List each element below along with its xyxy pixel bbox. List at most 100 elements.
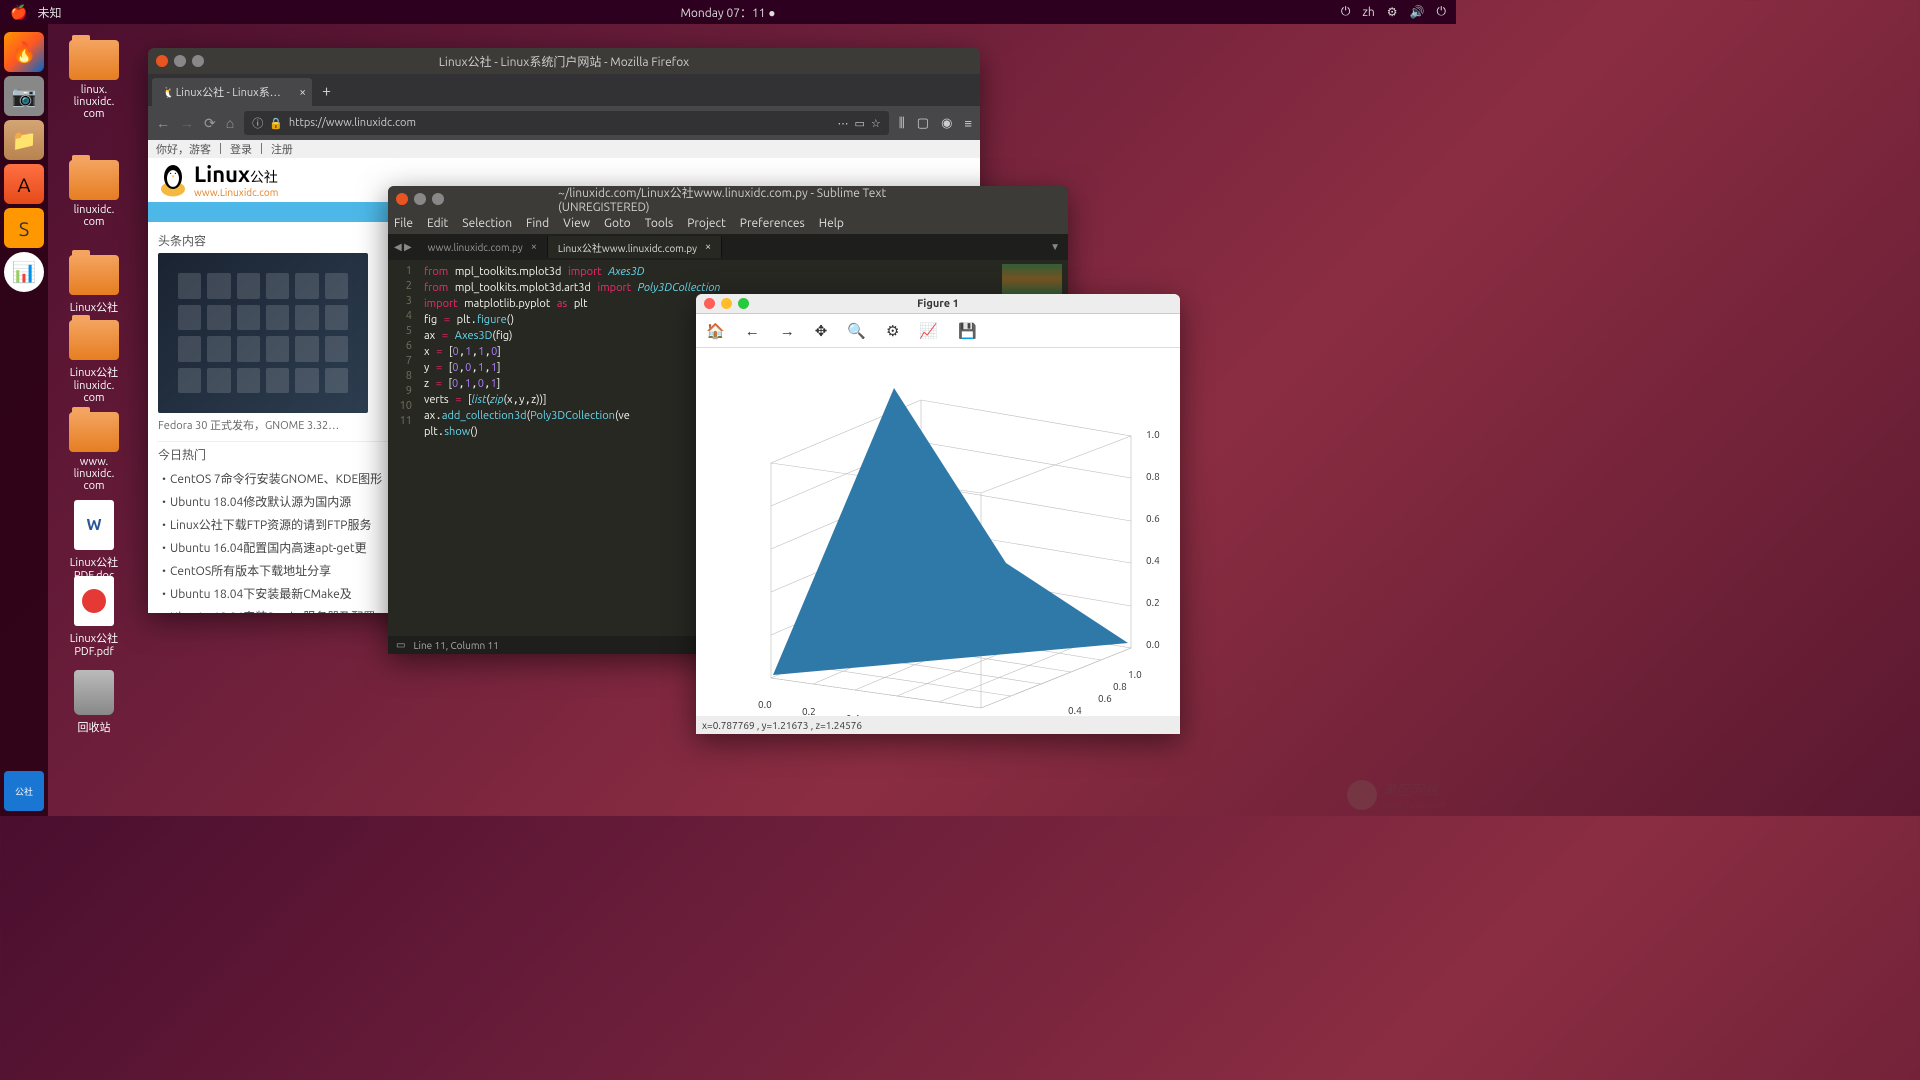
tab-close-icon[interactable]: × (531, 241, 537, 253)
app-name[interactable]: 未知 (37, 4, 61, 21)
editor-tab[interactable]: www.linuxidc.com.py× (418, 236, 548, 258)
home-icon[interactable]: 🏠 (706, 322, 725, 340)
tab-title: Linux公社 - Linux系统门… (176, 84, 286, 100)
tab-nav-arrows[interactable]: ◀ ▶ (388, 241, 418, 253)
page-actions-icon[interactable]: ⋯ (838, 117, 849, 130)
login-link[interactable]: 登录 (230, 141, 252, 157)
menu-item[interactable]: Preferences (740, 217, 805, 230)
tab-close-icon[interactable]: × (705, 241, 711, 253)
svg-text:0.4: 0.4 (846, 713, 860, 716)
editor-tab-active[interactable]: Linux公社www.linuxidc.com.py× (548, 236, 722, 258)
bookmark-icon[interactable]: ☆ (871, 117, 881, 130)
maximize-icon[interactable] (192, 55, 204, 67)
sublime-titlebar[interactable]: ~/linuxidc.com/Linux公社www.linuxidc.com.p… (388, 186, 1068, 212)
svg-text:0.6: 0.6 (1146, 513, 1160, 524)
menu-item[interactable]: View (563, 217, 590, 230)
figure-statusbar: x=0.787769 , y=1.21673 , z=1.24576 (696, 716, 1180, 734)
status-icon: ▭ (396, 639, 405, 651)
minimize-icon[interactable] (721, 298, 732, 309)
info-icon[interactable]: ⓘ (252, 115, 263, 131)
ime-indicator[interactable]: zh (1362, 6, 1374, 19)
account-icon[interactable]: ◉ (941, 116, 952, 131)
headline-thumbnail[interactable] (158, 253, 368, 413)
sidebar-icon[interactable]: ▢ (917, 116, 929, 131)
tab-close-icon[interactable]: × (299, 86, 306, 99)
maximize-icon[interactable] (432, 193, 444, 205)
browser-tab[interactable]: 🐧 Linux公社 - Linux系统门… × (152, 78, 312, 106)
library-icon[interactable]: ⫼ (899, 116, 905, 131)
apple-menu-icon[interactable]: 🍎 (10, 4, 27, 21)
launcher-matplotlib[interactable]: 📊 (4, 252, 44, 292)
menu-item[interactable]: Tools (645, 217, 674, 230)
close-icon[interactable] (704, 298, 715, 309)
svg-text:0.2: 0.2 (1146, 597, 1160, 608)
firefox-tabstrip: 🐧 Linux公社 - Linux系统门… × + (148, 74, 980, 106)
desktop-icon[interactable]: WLinux公社 PDF.doc (59, 500, 129, 582)
shutdown-icon[interactable]: ⏻ (1437, 5, 1447, 19)
firefox-titlebar[interactable]: Linux公社 - Linux系统门户网站 - Mozilla Firefox (148, 48, 980, 74)
window-title: Figure 1 (917, 298, 959, 310)
reload-button[interactable]: ⟳ (204, 115, 216, 132)
thumb-caption[interactable]: Fedora 30 正式发布，GNOME 3.32… (158, 417, 339, 433)
address-bar[interactable]: ⓘ 🔒 https://www.linuxidc.com ⋯ ▭ ☆ (244, 111, 889, 135)
save-icon[interactable]: 💾 (958, 322, 977, 340)
launcher-sublime[interactable]: S (4, 208, 44, 248)
close-icon[interactable] (396, 193, 408, 205)
menu-item[interactable]: Project (687, 217, 726, 230)
desktop-icon[interactable]: Linux公社 PDF.pdf (59, 576, 129, 658)
axes-icon[interactable]: 📈 (919, 322, 938, 340)
power-icon[interactable]: ⏻ (1341, 5, 1351, 19)
lock-icon: 🔒 (269, 117, 283, 130)
figure-window: Figure 1 🏠 ← → ✥ 🔍 ⚙ 📈 💾 (696, 294, 1180, 734)
menu-item[interactable]: Goto (604, 217, 631, 230)
forward-button[interactable]: → (180, 115, 194, 131)
menu-icon[interactable]: ≡ (964, 116, 972, 131)
watermark: 黑区网络 www.heiqu.com (1347, 780, 1446, 810)
launcher-dock: 🔥 📷 📁 A S 📊 公社 (0, 24, 48, 816)
configure-icon[interactable]: ⚙ (886, 322, 899, 340)
desktop-icon[interactable]: www. linuxidc. com (59, 412, 129, 492)
svg-text:0.8: 0.8 (1146, 471, 1160, 482)
watermark-icon (1347, 780, 1377, 810)
desktop-icon[interactable]: linux. linuxidc. com (59, 40, 129, 120)
desktop-icon[interactable]: linuxidc. com (59, 160, 129, 228)
pan-icon[interactable]: ✥ (815, 322, 828, 340)
tab-dropdown-icon[interactable]: ▼ (1042, 241, 1068, 253)
back-button[interactable]: ← (156, 115, 170, 131)
clock[interactable]: Monday 07：11 ● (680, 4, 775, 21)
network-icon[interactable]: ⚙ (1387, 5, 1398, 19)
editor-tabstrip: ◀ ▶ www.linuxidc.com.py× Linux公社www.linu… (388, 234, 1068, 260)
minimize-icon[interactable] (414, 193, 426, 205)
tab-favicon: 🐧 (162, 86, 176, 99)
register-link[interactable]: 注册 (271, 141, 293, 157)
launcher-files[interactable]: 📁 (4, 120, 44, 160)
logo-cn: 公社 (250, 169, 278, 185)
forward-icon[interactable]: → (780, 322, 795, 340)
figure-titlebar[interactable]: Figure 1 (696, 294, 1180, 314)
menu-item[interactable]: Help (819, 217, 844, 230)
menu-item[interactable]: Edit (427, 217, 448, 230)
launcher-screenshot[interactable]: 📷 (4, 76, 44, 116)
window-title: ~/linuxidc.com/Linux公社www.linuxidc.com.p… (558, 186, 898, 214)
line-gutter: 1234567891011 (388, 260, 418, 636)
back-icon[interactable]: ← (745, 322, 760, 340)
minimize-icon[interactable] (174, 55, 186, 67)
close-icon[interactable] (156, 55, 168, 67)
sound-icon[interactable]: 🔊 (1410, 5, 1425, 19)
desktop-icon[interactable]: 回收站 (59, 670, 129, 735)
launcher-firefox[interactable]: 🔥 (4, 32, 44, 72)
plot-canvas[interactable]: 0.0 0.2 0.4 0.6 0.8 1.0 0.0 0.2 0.4 0.6 … (696, 348, 1180, 716)
zoom-icon[interactable]: 🔍 (847, 322, 866, 340)
desktop-icon[interactable]: Linux公社 linuxidc. com (59, 320, 129, 404)
reader-icon[interactable]: ▭ (855, 117, 865, 130)
maximize-icon[interactable] (738, 298, 749, 309)
menu-item[interactable]: Find (526, 217, 549, 230)
menu-item[interactable]: File (394, 217, 413, 230)
new-tab-button[interactable]: + (322, 82, 331, 100)
cursor-coords: x=0.787769 , y=1.21673 , z=1.24576 (702, 720, 862, 731)
launcher-linuxidc[interactable]: 公社 (4, 771, 44, 811)
desktop-icon[interactable]: Linux公社 (59, 255, 129, 315)
launcher-software[interactable]: A (4, 164, 44, 204)
home-button[interactable]: ⌂ (226, 115, 234, 131)
menu-item[interactable]: Selection (462, 217, 512, 230)
